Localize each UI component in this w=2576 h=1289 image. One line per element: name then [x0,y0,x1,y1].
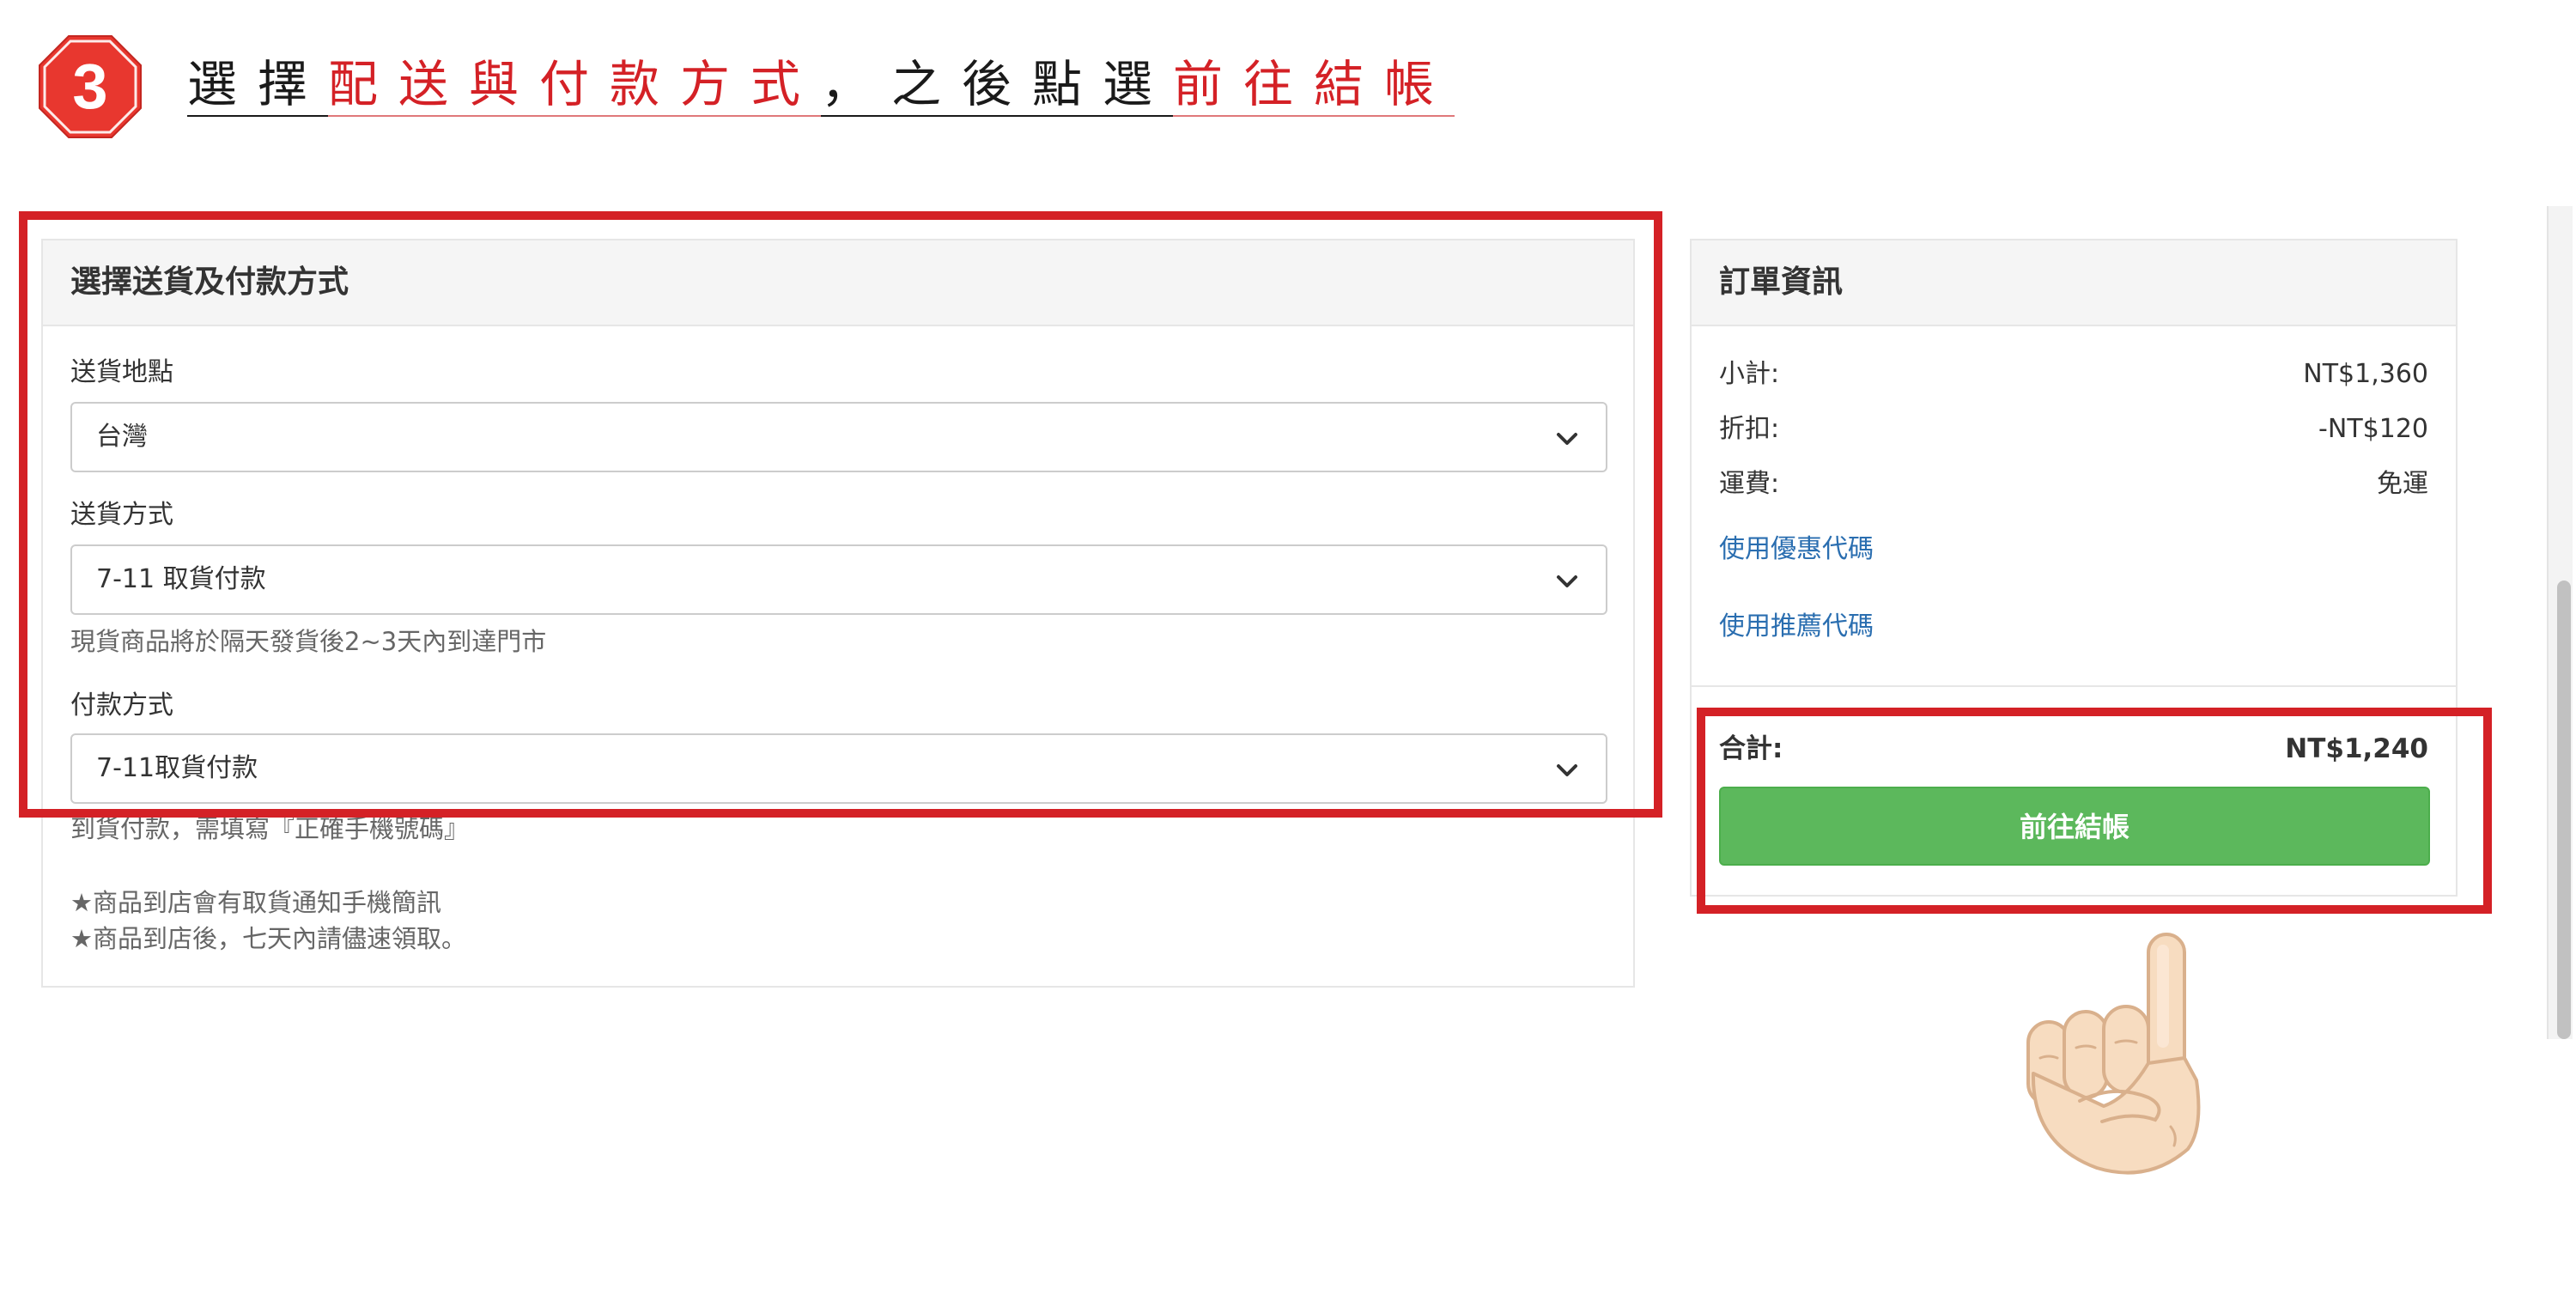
step-text-segment-highlight: 前往結帳 [1173,58,1455,117]
shipping-fee-label: 運費: [1719,469,1780,499]
step-number-octagon-icon: 3 [39,35,142,138]
discount-value: -NT$120 [2318,414,2428,444]
step-instruction: 選擇配送與付款方式，之後點選前往結帳 [187,50,1455,119]
discount-row: 折扣: -NT$120 [1719,410,2428,448]
step-text-segment: ，之後點選 [821,58,1174,117]
subtotal-value: NT$1,360 [2303,359,2428,389]
discount-label: 折扣: [1719,414,1780,444]
tutorial-screenshot: 3 選擇配送與付款方式，之後點選前往結帳 選擇送貨及付款方式 送貨地點 台灣 送… [0,0,2576,1289]
panel-title: 訂單資訊 [1719,264,1844,300]
pickup-note: ★商品到店會有取貨通知手機簡訊 [70,888,441,917]
subtotal-label: 小計: [1719,359,1780,389]
step-text-segment: 選擇 [187,58,329,117]
scrollbar-thumb[interactable] [2557,581,2571,1039]
shipping-fee-value: 免運 [2377,469,2428,499]
subtotal-row: 小計: NT$1,360 [1719,356,2428,393]
pointing-up-hand-icon [2026,933,2201,1175]
referral-code-link[interactable]: 使用推薦代碼 [1719,608,1874,646]
step-number: 3 [72,51,107,122]
step-text-segment-highlight: 配送與付款方式 [328,58,822,117]
divider [1692,685,2456,687]
pickup-note: ★商品到店後，七天內請儘速領取。 [70,924,466,953]
highlight-box-shipping-payment [19,211,1662,818]
shipping-fee-row: 運費: 免運 [1719,465,2428,503]
highlight-box-checkout [1697,708,2492,914]
panel-header: 訂單資訊 [1692,240,2456,326]
coupon-code-link[interactable]: 使用優惠代碼 [1719,531,1874,568]
